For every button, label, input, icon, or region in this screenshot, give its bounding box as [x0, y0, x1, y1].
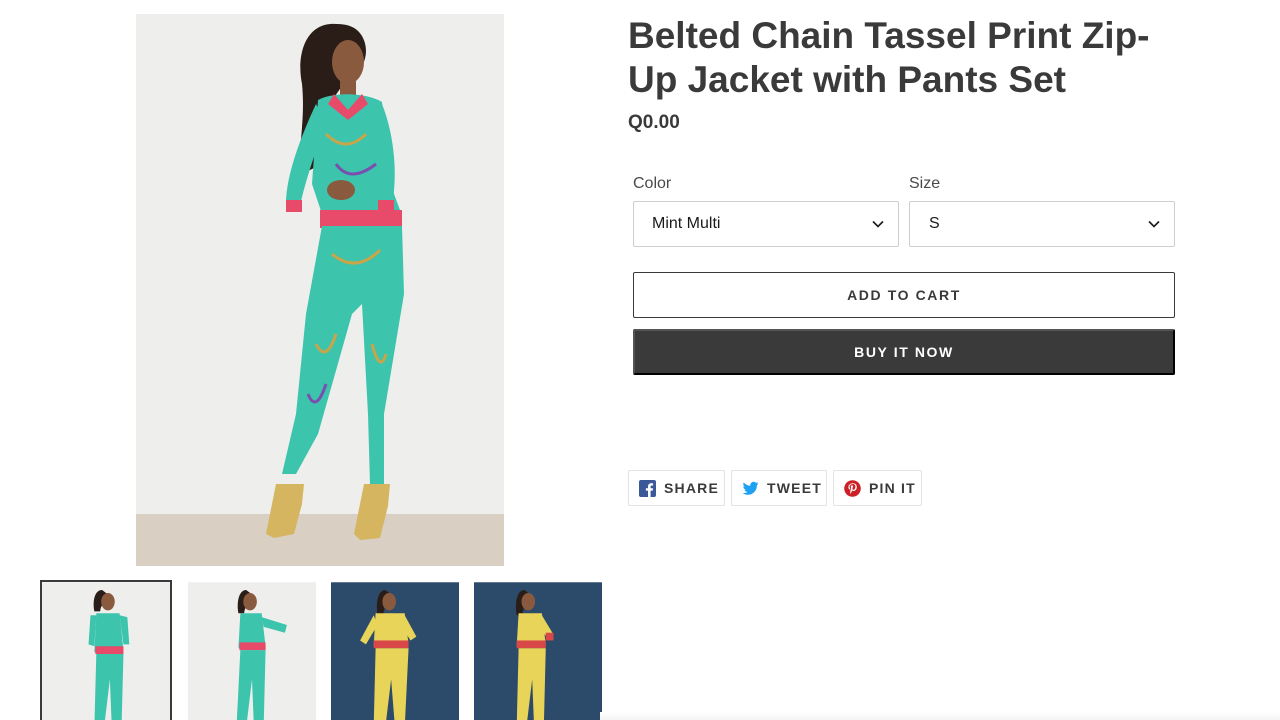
- page-bottom-edge: [600, 712, 1280, 720]
- facebook-share-label: SHARE: [664, 480, 720, 496]
- product-title: Belted Chain Tassel Print Zip-Up Jacket …: [628, 15, 1150, 100]
- pinterest-pin-button[interactable]: PIN IT: [833, 470, 922, 506]
- buy-it-now-button[interactable]: BUY IT NOW: [633, 329, 1175, 375]
- twitter-tweet-label: TWEET: [767, 480, 822, 496]
- facebook-share-button[interactable]: SHARE: [628, 470, 725, 506]
- pinterest-pin-label: PIN IT: [869, 480, 916, 496]
- color-label: Color: [633, 175, 672, 192]
- twitter-tweet-button[interactable]: TWEET: [731, 470, 827, 506]
- size-select-value: S: [929, 215, 940, 232]
- chevron-down-icon: [872, 220, 884, 228]
- thumbnail-2[interactable]: [186, 580, 318, 720]
- product-price: Q0.00: [628, 112, 680, 133]
- size-select[interactable]: S: [909, 201, 1175, 247]
- add-to-cart-button[interactable]: ADD TO CART: [633, 272, 1175, 318]
- thumbnail-gallery: [40, 580, 602, 720]
- color-select-value: Mint Multi: [652, 215, 721, 232]
- model-thumbnail-icon: [474, 582, 602, 720]
- model-thumbnail-icon: [42, 582, 170, 720]
- model-thumbnail-icon: [331, 582, 459, 720]
- color-select[interactable]: Mint Multi: [633, 201, 899, 247]
- model-thumbnail-icon: [188, 582, 316, 720]
- pinterest-icon: [844, 479, 861, 497]
- chevron-down-icon: [1148, 220, 1160, 228]
- thumbnail-1[interactable]: [40, 580, 172, 720]
- model-photo-icon: [136, 14, 504, 566]
- twitter-icon: [742, 481, 759, 495]
- size-label: Size: [909, 175, 941, 192]
- main-product-image[interactable]: [136, 14, 504, 566]
- thumbnail-4[interactable]: [472, 580, 604, 720]
- facebook-icon: [639, 479, 656, 497]
- thumbnail-3[interactable]: [329, 580, 461, 720]
